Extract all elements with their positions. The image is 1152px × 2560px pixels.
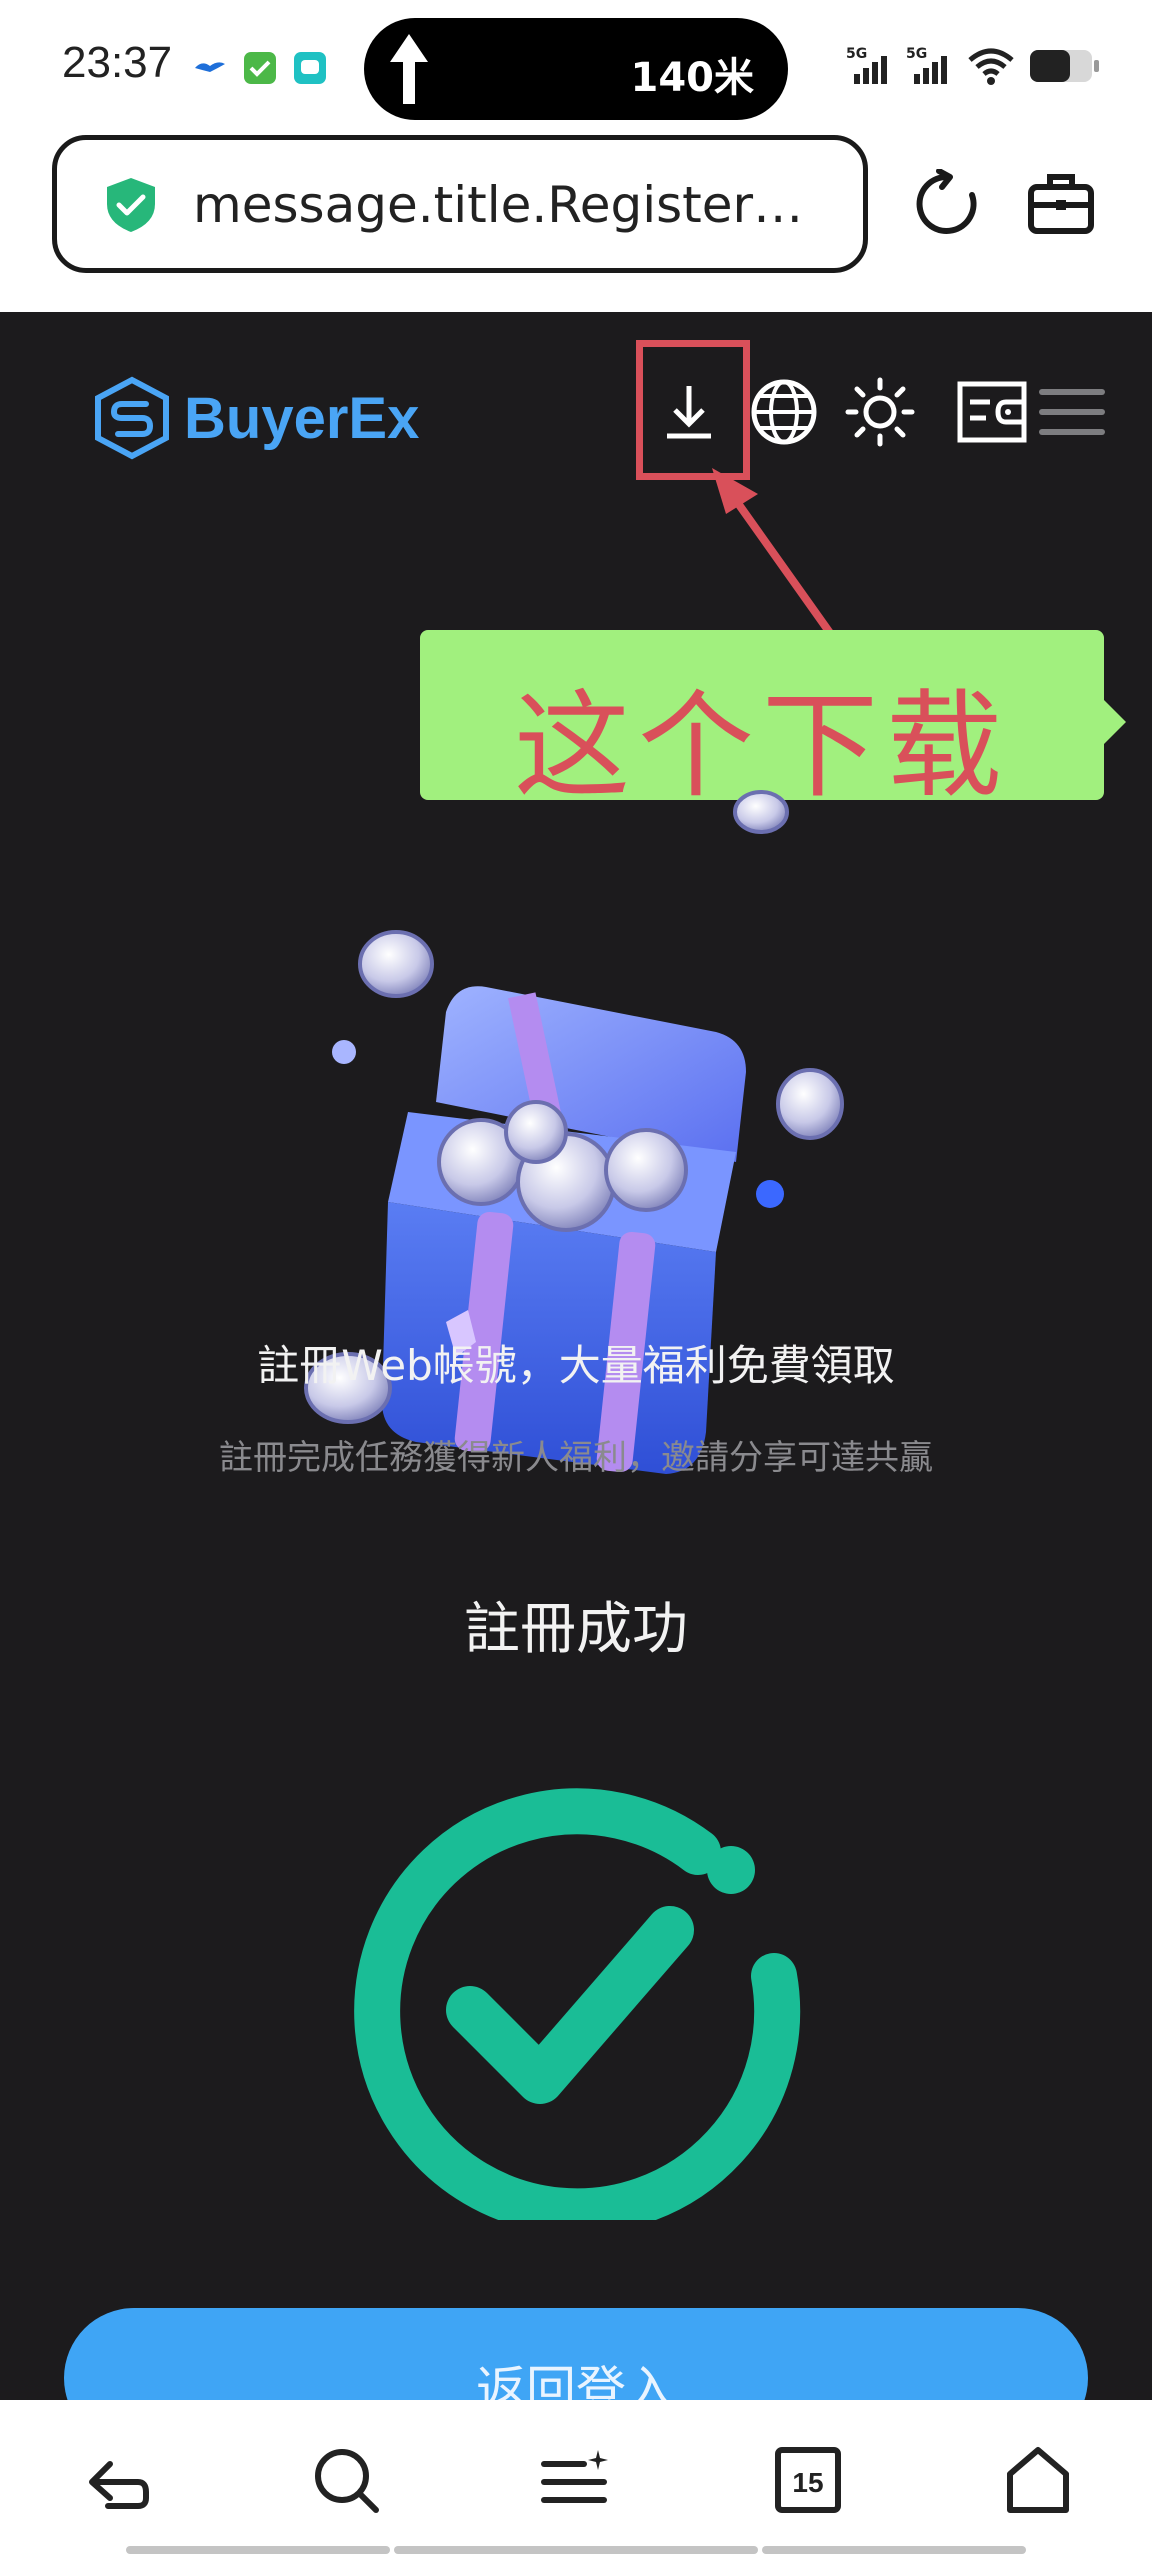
download-highlight-box: [636, 340, 750, 480]
buyerex-logo-icon: [95, 376, 169, 460]
app-page: BuyerEx 这个下载 註冊Web帳號，大量福利免費領取 註冊完成任務獲得新人…: [0, 312, 1152, 2400]
search-icon[interactable]: [308, 2442, 384, 2518]
success-check-icon: [354, 1788, 801, 2220]
shield-check-icon: [107, 178, 155, 232]
status-bar: 23:37 140米 5G 5G: [0, 0, 1152, 135]
refresh-icon[interactable]: [912, 169, 982, 239]
svg-text:5G: 5G: [906, 46, 927, 62]
wallet-icon[interactable]: [956, 376, 1028, 448]
wifi-icon: [968, 48, 1014, 85]
gesture-bar-left: [126, 2546, 390, 2554]
status-time: 23:37: [62, 38, 173, 87]
status-indicators: 5G 5G: [846, 44, 1100, 88]
signal-5g-icon: 5G: [846, 46, 887, 84]
task-app-icon: [244, 52, 276, 84]
result-title: 註冊成功: [464, 1597, 688, 1662]
brand-name: BuyerEx: [184, 385, 420, 451]
status-notification-icons: [192, 50, 328, 86]
direction-arrow-icon: [390, 34, 428, 104]
home-icon[interactable]: [1000, 2442, 1076, 2518]
gesture-bar-center: [394, 2546, 758, 2554]
svg-text:5G: 5G: [846, 46, 867, 62]
chat-app-icon: [294, 52, 326, 84]
toolbox-icon[interactable]: [1026, 171, 1096, 237]
address-bar[interactable]: message.title.Register…: [52, 135, 868, 273]
annotation-arrow: [712, 468, 839, 644]
globe-icon[interactable]: [748, 376, 820, 448]
brand-logo[interactable]: BuyerEx: [92, 372, 419, 464]
dynamic-island[interactable]: 140米: [364, 18, 788, 120]
navigation-distance: 140米: [630, 55, 755, 101]
menu-icon[interactable]: [1038, 376, 1106, 448]
bird-app-icon: [195, 62, 225, 72]
sun-icon[interactable]: [844, 376, 916, 448]
signal-5g-icon-2: 5G: [906, 46, 947, 84]
annotation-tip: [1104, 700, 1126, 744]
promo-subline: 註冊完成任務獲得新人福利，邀請分享可達共贏: [219, 1438, 933, 1478]
treasure-chest-illustration: [304, 790, 844, 1474]
gesture-bar-right: [762, 2546, 1026, 2554]
tabs-count: 15: [792, 2467, 823, 2498]
browser-bottom-nav: 15: [0, 2400, 1152, 2560]
menu-list-icon[interactable]: [538, 2442, 614, 2518]
battery-icon: [1030, 50, 1099, 82]
browser-toolbar: message.title.Register…: [0, 135, 1152, 310]
back-to-login-button[interactable]: 返回登入: [64, 2308, 1088, 2400]
promo-headline: 註冊Web帳號，大量福利免費領取: [257, 1341, 895, 1390]
annotation-callout: 这个下载: [420, 630, 1126, 814]
url-text: message.title.Register…: [193, 176, 804, 234]
back-icon[interactable]: [78, 2442, 154, 2518]
tabs-icon[interactable]: 15: [770, 2442, 846, 2518]
